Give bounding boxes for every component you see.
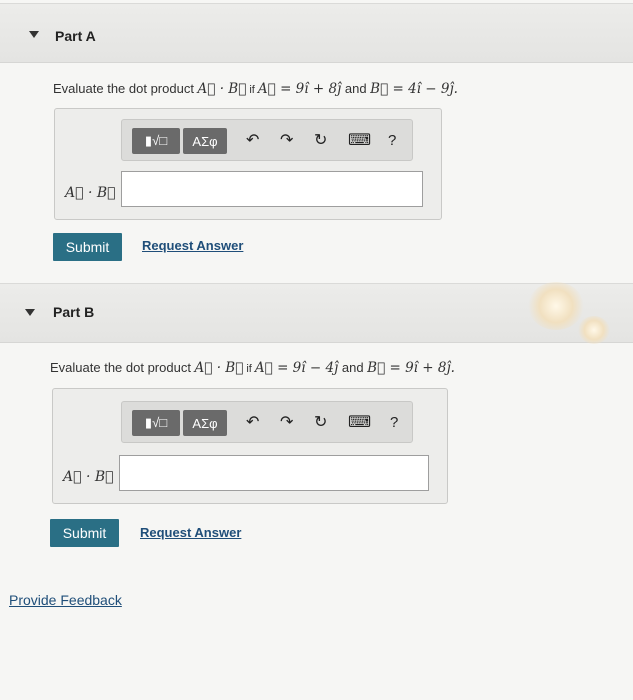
- part-a-question: Evaluate the dot product A⃗ · B⃗ if A⃗ =…: [53, 81, 458, 97]
- part-a-request-answer-link[interactable]: Request Answer: [142, 238, 243, 253]
- part-b-math-toolbar: ▮√□ ΑΣφ ↶ ↷ ↻ ⌨ ?: [121, 401, 413, 443]
- keyboard-icon[interactable]: ⌨: [348, 412, 371, 434]
- templates-button[interactable]: ▮√□: [132, 410, 180, 436]
- collapse-triangle-icon[interactable]: [25, 309, 35, 316]
- part-b-answer-box: ▮√□ ΑΣφ ↶ ↷ ↻ ⌨ ? A⃗ · B⃗ =: [52, 388, 448, 504]
- undo-icon[interactable]: ↶: [246, 130, 259, 152]
- sqrt-template-icon: ▮√□: [144, 415, 168, 430]
- part-b-submit-button[interactable]: Submit: [50, 519, 119, 547]
- light-glare: [528, 282, 584, 330]
- part-b-title: Part B: [53, 304, 95, 320]
- templates-button[interactable]: ▮√□: [132, 128, 180, 154]
- part-a-math-toolbar: ▮√□ ΑΣφ ↶ ↷ ↻ ⌨ ?: [121, 119, 413, 161]
- part-a-title: Part A: [55, 28, 96, 44]
- keyboard-icon[interactable]: ⌨: [348, 130, 371, 152]
- part-a-answer-box: ▮√□ ΑΣφ ↶ ↷ ↻ ⌨ ? A⃗ · B⃗ =: [54, 108, 442, 220]
- collapse-triangle-icon[interactable]: [29, 31, 39, 38]
- redo-icon[interactable]: ↷: [280, 130, 293, 152]
- help-icon[interactable]: ?: [390, 412, 398, 434]
- sqrt-template-icon: ▮√□: [144, 133, 168, 148]
- part-a-submit-button[interactable]: Submit: [53, 233, 122, 261]
- provide-feedback-link[interactable]: Provide Feedback: [9, 592, 122, 608]
- light-glare: [578, 316, 610, 344]
- reset-icon[interactable]: ↻: [314, 412, 327, 434]
- part-b-question: Evaluate the dot product A⃗ · B⃗ if A⃗ =…: [50, 360, 455, 376]
- part-a-header[interactable]: Part A: [0, 3, 633, 63]
- greek-symbols-button[interactable]: ΑΣφ: [183, 128, 227, 154]
- undo-icon[interactable]: ↶: [246, 412, 259, 434]
- help-icon[interactable]: ?: [388, 130, 396, 152]
- reset-icon[interactable]: ↻: [314, 130, 327, 152]
- part-b-answer-input[interactable]: [119, 455, 429, 491]
- part-b-request-answer-link[interactable]: Request Answer: [140, 525, 241, 540]
- greek-symbols-button[interactable]: ΑΣφ: [183, 410, 227, 436]
- redo-icon[interactable]: ↷: [280, 412, 293, 434]
- part-a-answer-input[interactable]: [121, 171, 423, 207]
